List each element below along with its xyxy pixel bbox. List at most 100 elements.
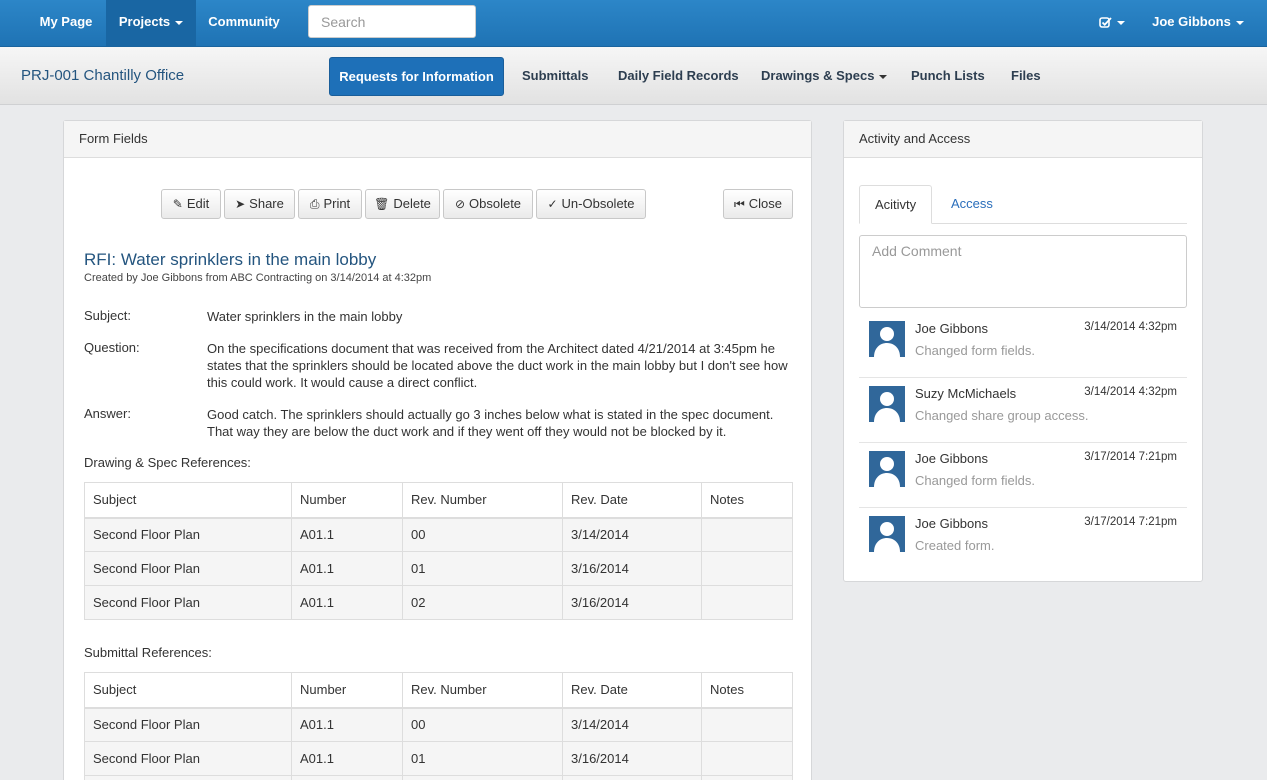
chevron-down-icon [1235, 20, 1244, 25]
cell-rev-date: 3/14/2014 [562, 517, 702, 552]
column-header: Rev. Date [562, 482, 702, 519]
cell-subject [84, 775, 292, 780]
column-header: Notes [701, 482, 793, 519]
tab-drawings-specs[interactable]: Drawings & Specs [745, 57, 903, 96]
step-back-icon: ⏮ [733, 197, 745, 211]
cell-notes [701, 741, 793, 776]
table-row[interactable]: Second Floor Plan A01.1 00 3/14/2014 [84, 517, 793, 552]
delete-button[interactable]: 🗑 Delete [365, 189, 440, 219]
nav-user-label: Joe Gibbons [1152, 14, 1231, 29]
table-row[interactable]: Second Floor Plan A01.1 01 3/16/2014 [84, 741, 793, 776]
chevron-down-icon [175, 20, 184, 25]
nav-my-page[interactable]: My Page [28, 0, 104, 46]
user-icon [874, 457, 900, 487]
nav-community[interactable]: Community [196, 0, 292, 46]
activity-time: 3/17/2014 7:21pm [1084, 516, 1177, 528]
top-navbar: My Page Projects Community Joe Gibbons [0, 0, 1267, 47]
avatar [869, 516, 905, 552]
column-header: Notes [701, 672, 793, 709]
answer-value: Good catch. The sprinklers should actual… [207, 407, 774, 439]
drawing-refs-title: Drawing & Spec References: [84, 455, 251, 470]
unobsolete-button[interactable]: ✓ Un-Obsolete [536, 189, 646, 219]
submittal-refs-table: Subject Number Rev. Number Rev. Date Not… [84, 672, 793, 780]
obsolete-button[interactable]: ⊘ Obsolete [443, 189, 533, 219]
column-header: Rev. Date [562, 672, 702, 709]
activity-panel-title: Activity and Access [844, 121, 1202, 158]
activity-user: Joe Gibbons [915, 451, 988, 466]
cell-subject: Second Floor Plan [84, 741, 292, 776]
user-icon [874, 392, 900, 422]
tab-daily-field-records[interactable]: Daily Field Records [602, 57, 755, 96]
tab-submittals[interactable]: Submittals [506, 57, 604, 96]
cell-rev-number [402, 775, 563, 780]
cell-rev-number: 01 [402, 551, 563, 586]
add-comment-input[interactable] [859, 235, 1187, 308]
unobsolete-button-label: Un-Obsolete [561, 196, 635, 211]
tab-activity[interactable]: Acitivty [859, 185, 933, 224]
cell-subject: Second Floor Plan [84, 585, 292, 620]
tab-access[interactable]: Access [936, 185, 1008, 224]
check-circle-icon: ✓ [547, 197, 558, 211]
column-header: Subject [84, 482, 292, 519]
activity-user: Suzy McMichaels [915, 386, 1017, 401]
edit-button-label: Edit [186, 196, 210, 211]
tab-punch-lists[interactable]: Punch Lists [895, 57, 1001, 96]
nav-projects-label: Projects [118, 14, 171, 29]
cell-notes [701, 551, 793, 586]
cell-rev-date: 3/14/2014 [562, 707, 702, 742]
table-row[interactable]: Second Floor Plan A01.1 02 3/16/2014 [84, 585, 793, 620]
activity-item: Joe Gibbons 3/17/2014 7:21pm Changed for… [859, 443, 1187, 508]
ban-icon: ⊘ [454, 197, 465, 211]
avatar [869, 451, 905, 487]
activity-item: Joe Gibbons 3/14/2014 4:32pm Changed for… [859, 313, 1187, 378]
cell-subject: Second Floor Plan [84, 551, 292, 586]
activity-description: Created form. [915, 538, 995, 553]
pencil-icon: ✎ [172, 197, 183, 211]
close-button[interactable]: ⏮ Close [723, 189, 793, 219]
cell-number: A01.1 [291, 585, 403, 620]
activity-tabs: Acitivty Access [859, 185, 1187, 224]
activity-time: 3/14/2014 4:32pm [1084, 386, 1177, 398]
cell-number: A01.1 [291, 551, 403, 586]
edit-button[interactable]: ✎ Edit [161, 189, 221, 219]
subject-value: Water sprinklers in the main lobby [207, 309, 403, 324]
user-icon [874, 522, 900, 552]
cell-notes [701, 517, 793, 552]
cell-number: A01.1 [291, 741, 403, 776]
project-subnav: PRJ-001 Chantilly Office Requests for In… [0, 47, 1267, 105]
share-button[interactable]: ➤ Share [224, 189, 295, 219]
submittal-refs-title: Submittal References: [84, 645, 212, 660]
trash-icon: 🗑 [374, 197, 390, 211]
cell-subject: Second Floor Plan [84, 707, 292, 742]
cell-number: A01.1 [291, 707, 403, 742]
tab-requests-for-information[interactable]: Requests for Information [329, 57, 504, 96]
search-input[interactable] [308, 5, 476, 38]
activity-description: Changed form fields. [915, 473, 1035, 488]
drawing-refs-table: Subject Number Rev. Number Rev. Date Not… [84, 482, 793, 620]
nav-tasks-menu[interactable] [1090, 0, 1134, 46]
tab-files[interactable]: Files [995, 57, 1057, 96]
column-header: Rev. Number [402, 672, 563, 709]
nav-community-label: Community [208, 14, 280, 29]
delete-button-label: Delete [393, 196, 431, 211]
nav-projects[interactable]: Projects [106, 0, 196, 46]
activity-time: 3/17/2014 7:21pm [1084, 451, 1177, 463]
project-title: PRJ-001 Chantilly Office [21, 67, 185, 84]
activity-item: Suzy McMichaels 3/14/2014 4:32pm Changed… [859, 378, 1187, 443]
table-row[interactable] [84, 775, 793, 780]
subject-label: Subject: [84, 308, 131, 323]
question-value: On the specifications document that was … [207, 341, 788, 390]
user-icon [874, 327, 900, 357]
print-button-label: Print [323, 196, 351, 211]
table-header-row: Subject Number Rev. Number Rev. Date Not… [84, 482, 793, 519]
table-row[interactable]: Second Floor Plan A01.1 01 3/16/2014 [84, 551, 793, 586]
send-icon: ➤ [235, 197, 246, 211]
table-row[interactable]: Second Floor Plan A01.1 00 3/14/2014 [84, 707, 793, 742]
nav-user-menu[interactable]: Joe Gibbons [1146, 0, 1250, 46]
cell-notes [701, 707, 793, 742]
checkbox-icon [1099, 17, 1112, 28]
rfi-title: RFI: Water sprinklers in the main lobby [84, 250, 377, 269]
cell-rev-number: 02 [402, 585, 563, 620]
activity-user: Joe Gibbons [915, 516, 988, 531]
print-button[interactable]: ⎙ Print [298, 189, 362, 219]
